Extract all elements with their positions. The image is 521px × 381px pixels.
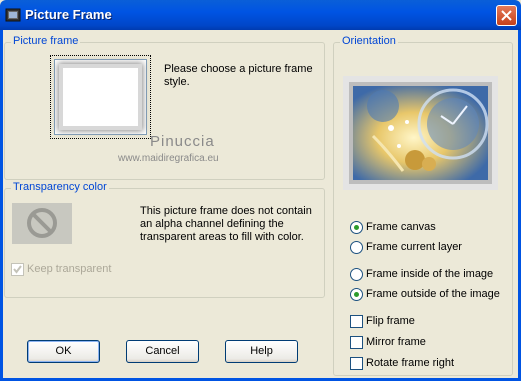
flip-frame-label: Flip frame (366, 315, 415, 327)
title-bar[interactable]: Picture Frame (0, 0, 521, 30)
checkmark-icon (13, 265, 22, 274)
frame-instruction: Please choose a picture frame style. (164, 63, 313, 88)
frame-current-layer-label: Frame current layer (366, 241, 462, 253)
rotate-frame-right-label: Rotate frame right (366, 357, 455, 369)
flip-frame-checkbox[interactable] (350, 315, 363, 328)
watermark-name: Pinuccia (150, 133, 215, 150)
orientation-legend: Orientation (340, 35, 398, 47)
rotate-frame-right-checkbox[interactable] (350, 357, 363, 370)
mirror-frame-label: Mirror frame (366, 336, 426, 348)
frame-canvas-radio[interactable] (350, 221, 363, 234)
transparency-color-legend: Transparency color (11, 181, 109, 193)
frame-thumbnail (63, 68, 138, 126)
cancel-button[interactable]: Cancel (126, 340, 199, 363)
mirror-frame-checkbox[interactable] (350, 336, 363, 349)
picture-frame-app-icon (5, 7, 21, 23)
frame-style-preview (54, 59, 147, 135)
window-title: Picture Frame (25, 7, 112, 22)
orientation-preview-image (343, 76, 498, 190)
help-button[interactable]: Help (225, 340, 298, 363)
ok-button[interactable]: OK (27, 340, 100, 363)
frame-inside-image-label: Frame inside of the image (366, 268, 494, 280)
close-icon (501, 10, 512, 21)
close-button[interactable] (496, 5, 517, 26)
watermark-url: www.maidiregrafica.eu (118, 153, 219, 164)
keep-transparent-label: Keep transparent (27, 263, 112, 275)
picture-frame-legend: Picture frame (11, 35, 81, 47)
frame-canvas-label: Frame canvas (366, 221, 436, 233)
prohibited-icon (27, 208, 57, 238)
frame-inside-image-radio[interactable] (350, 268, 363, 281)
frame-outside-image-label: Frame outside of the image (366, 288, 500, 300)
frame-style-picker[interactable] (50, 55, 151, 139)
frame-current-layer-radio[interactable] (350, 241, 363, 254)
transparency-description: This picture frame does not contain an a… (140, 205, 312, 243)
frame-outside-image-radio[interactable] (350, 288, 363, 301)
keep-transparent-checkbox[interactable] (11, 263, 24, 276)
transparency-color-swatch[interactable] (12, 203, 72, 244)
